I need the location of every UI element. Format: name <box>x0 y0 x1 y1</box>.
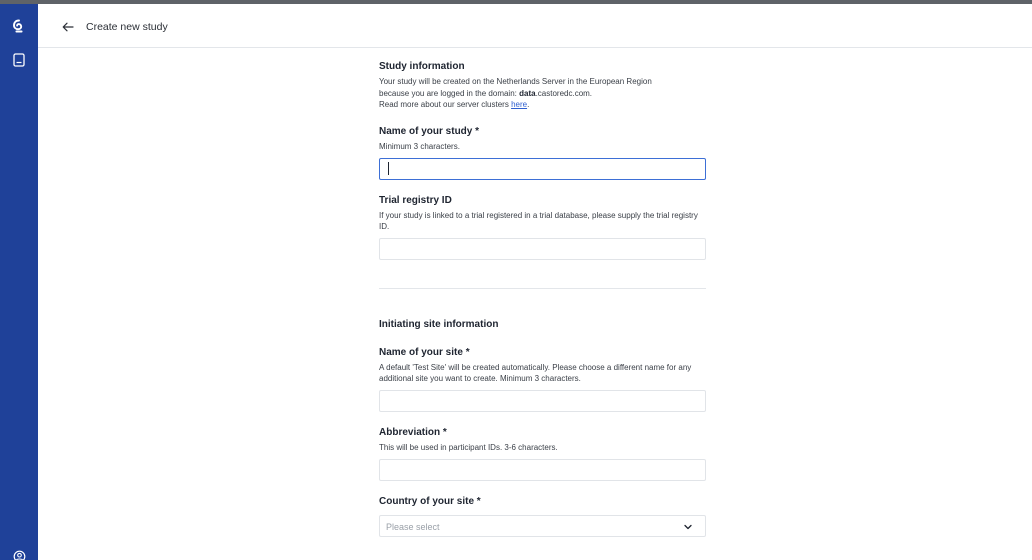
study-name-field: Name of your study * Minimum 3 character… <box>379 125 706 180</box>
study-information-heading: Study information <box>379 61 465 72</box>
server-info-line3: Read more about our server clusters here… <box>379 99 706 111</box>
user-account-icon-svg <box>13 550 25 560</box>
study-name-hint: Minimum 3 characters. <box>379 141 460 151</box>
trial-registry-hint: If your study is linked to a trial regis… <box>379 210 698 231</box>
create-study-form: Study information Your study will be cre… <box>379 60 706 560</box>
country-field: Country of your site * Please select <box>379 495 706 537</box>
castor-logo-icon-svg <box>13 19 23 33</box>
study-name-input-wrap <box>379 157 706 180</box>
initiating-site-heading: Initiating site information <box>379 318 499 330</box>
country-select[interactable]: Please select <box>379 514 706 537</box>
trial-registry-field: Trial registry ID If your study is linke… <box>379 194 706 260</box>
section-divider <box>379 287 706 289</box>
trial-registry-label: Trial registry ID <box>379 194 452 206</box>
site-name-hint: A default 'Test Site' will be created au… <box>379 362 692 383</box>
abbreviation-field: Abbreviation * This will be used in part… <box>379 426 706 481</box>
back-arrow-icon-svg <box>62 22 74 32</box>
study-name-input[interactable] <box>379 157 706 180</box>
studies-book-icon[interactable] <box>0 46 38 74</box>
castor-logo-icon[interactable] <box>0 12 38 40</box>
server-info-line2: because you are logged in the domain: da… <box>379 88 706 100</box>
country-label: Country of your site * <box>379 495 481 507</box>
server-info-line3-prefix: Read more about our server clusters <box>379 100 512 109</box>
abbreviation-label: Abbreviation * <box>379 426 447 438</box>
site-name-field: Name of your site * A default 'Test Site… <box>379 346 706 412</box>
abbreviation-input[interactable] <box>379 458 706 481</box>
site-name-input[interactable] <box>379 389 706 412</box>
studies-book-icon-svg <box>13 53 25 67</box>
abbreviation-hint: This will be used in participant IDs. 3-… <box>379 442 558 452</box>
chevron-down-icon-svg <box>684 524 692 529</box>
user-account-icon[interactable] <box>0 542 38 560</box>
main-content: Create new study Study information Your … <box>38 4 1032 560</box>
domain-rest: .castoredc.com. <box>535 88 593 98</box>
domain-bold: data <box>519 88 536 98</box>
site-name-label: Name of your site * <box>379 346 470 358</box>
app-window: Create new study Study information Your … <box>0 0 1032 560</box>
country-select-placeholder: Please select <box>386 521 440 532</box>
text-caret <box>388 161 389 175</box>
server-info-line2-prefix: because you are logged in the domain: <box>379 88 520 98</box>
chevron-down-icon <box>683 522 693 532</box>
sidebar <box>0 4 38 560</box>
study-name-label: Name of your study * <box>379 125 480 137</box>
server-info-line3-suffix: . <box>527 100 530 109</box>
page-title: Create new study <box>86 21 168 33</box>
trial-registry-input[interactable] <box>379 237 706 260</box>
back-arrow-icon[interactable] <box>60 19 76 35</box>
server-clusters-link[interactable]: here <box>511 100 527 109</box>
page-header: Create new study <box>38 4 1032 48</box>
server-info-text: Your study will be created on the Nether… <box>379 76 706 111</box>
server-info-line1: Your study will be created on the Nether… <box>379 77 652 86</box>
